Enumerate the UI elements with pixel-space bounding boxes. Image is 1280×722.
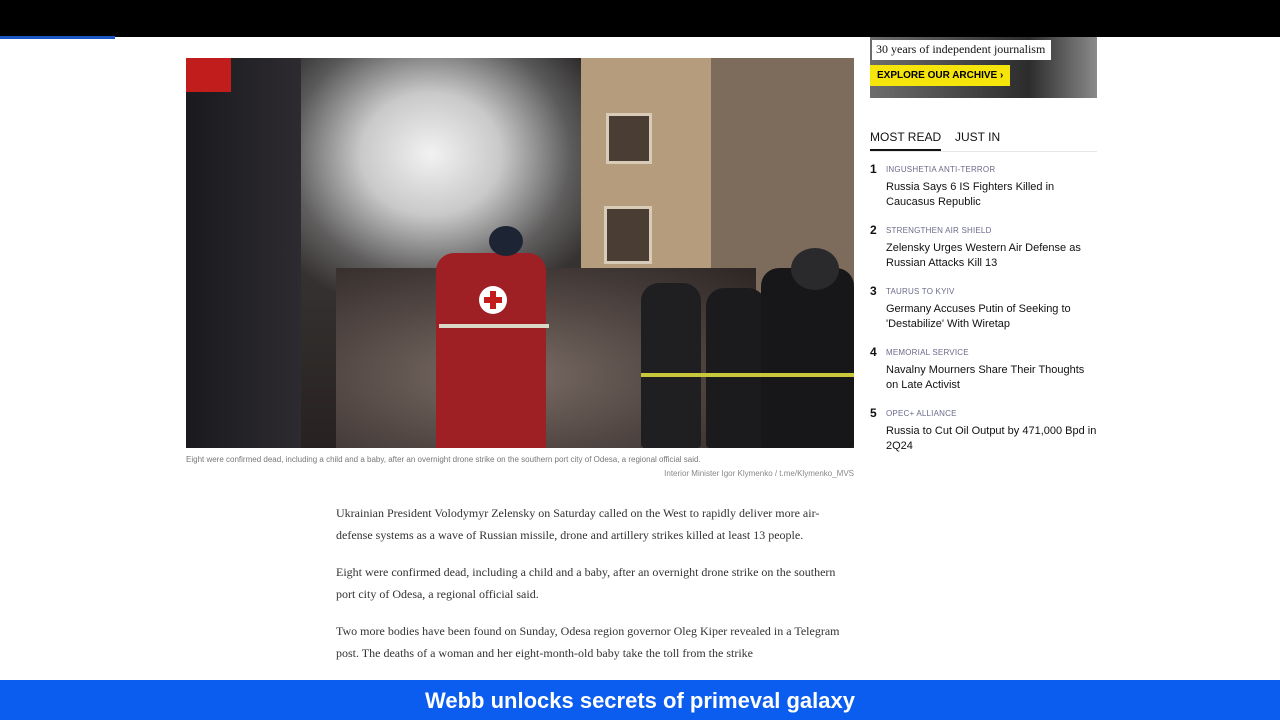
explore-archive-button[interactable]: EXPLORE OUR ARCHIVE › xyxy=(870,65,1011,86)
image-credit: Interior Minister Igor Klymenko / t.me/K… xyxy=(664,469,854,478)
item-number: 2 xyxy=(870,223,877,237)
tab-most-read[interactable]: MOST READ xyxy=(870,130,942,151)
firefighter xyxy=(706,288,766,448)
helmet xyxy=(791,248,839,290)
item-title[interactable]: Zelensky Urges Western Air Defense as Ru… xyxy=(886,241,1098,270)
item-tag[interactable]: TAURUS TO KYIV xyxy=(886,287,955,296)
red-cross-icon xyxy=(479,286,507,314)
item-title[interactable]: Navalny Mourners Share Their Thoughts on… xyxy=(886,363,1098,392)
item-number: 5 xyxy=(870,406,877,420)
item-tag[interactable]: OPEC+ ALLIANCE xyxy=(886,409,957,418)
tabs-divider xyxy=(870,151,1097,152)
red-cross-worker xyxy=(436,253,546,448)
image-caption: Eight were confirmed dead, including a c… xyxy=(186,455,701,464)
sidebar-tabs: MOST READ JUST IN xyxy=(870,130,1097,152)
firefighter xyxy=(641,283,701,448)
article-paragraph: Ukrainian President Volodymyr Zelensky o… xyxy=(336,506,820,542)
item-title[interactable]: Russia Says 6 IS Fighters Killed in Cauc… xyxy=(886,180,1098,209)
item-title[interactable]: Russia to Cut Oil Output by 471,000 Bpd … xyxy=(886,424,1098,453)
building-window xyxy=(604,206,652,264)
article-paragraph: Eight were confirmed dead, including a c… xyxy=(336,565,836,601)
tab-just-in[interactable]: JUST IN xyxy=(955,130,1000,149)
article-hero-image xyxy=(186,58,854,448)
item-number: 3 xyxy=(870,284,877,298)
helmet xyxy=(489,226,523,256)
reflective-stripe xyxy=(641,373,854,377)
top-bar xyxy=(0,0,1280,37)
item-number: 4 xyxy=(870,345,877,359)
promo-text: 30 years of independent journalism xyxy=(872,40,1052,60)
item-title[interactable]: Germany Accuses Putin of Seeking to 'Des… xyxy=(886,302,1098,331)
chevron-right-icon: › xyxy=(999,70,1004,81)
item-tag[interactable]: STRENGTHEN AIR SHIELD xyxy=(886,226,992,235)
news-ticker: Webb unlocks secrets of primeval galaxy xyxy=(0,680,1280,720)
truck-light xyxy=(186,58,231,92)
reading-progress-bar xyxy=(0,36,116,39)
item-tag[interactable]: MEMORIAL SERVICE xyxy=(886,348,969,357)
fire-truck xyxy=(186,58,301,448)
firefighter xyxy=(761,268,854,448)
reflective-stripe xyxy=(439,324,549,328)
article-body: Ukrainian President Volodymyr Zelensky o… xyxy=(336,503,854,680)
article-paragraph: Two more bodies have been found on Sunda… xyxy=(336,624,840,660)
item-number: 1 xyxy=(870,162,877,176)
item-tag[interactable]: INGUSHETIA ANTI-TERROR xyxy=(886,165,995,174)
building-window xyxy=(606,113,652,164)
explore-archive-label: EXPLORE OUR ARCHIVE xyxy=(877,70,998,81)
